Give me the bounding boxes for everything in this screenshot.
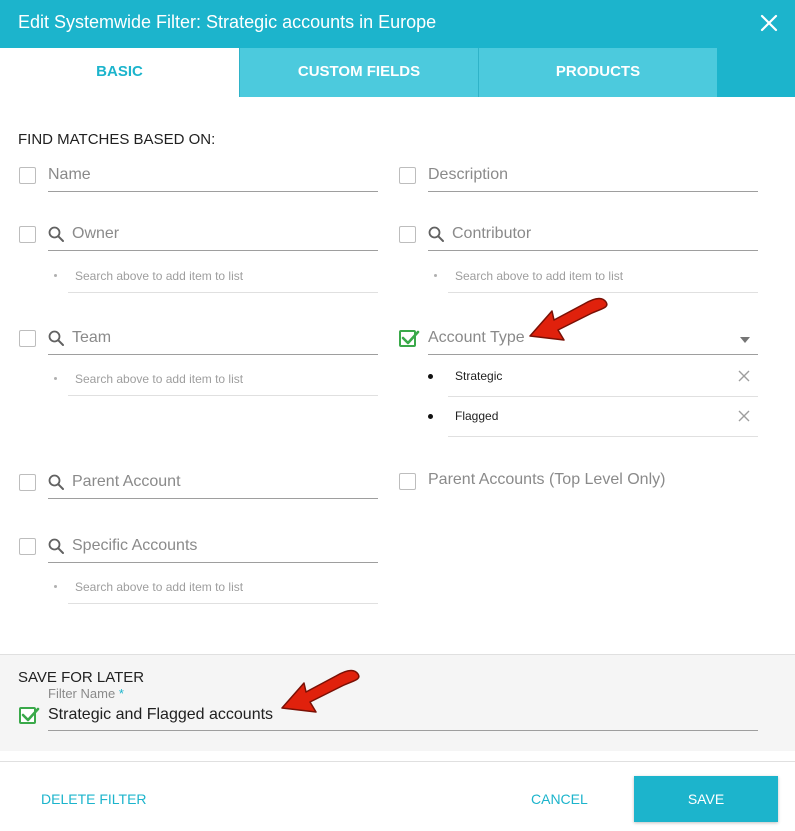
filter-name-label: Filter Name * [48, 686, 124, 701]
tab-bar: BASIC CUSTOM FIELDS PRODUCTS [0, 48, 795, 97]
delete-filter-button[interactable]: DELETE FILTER [41, 791, 147, 807]
name-field[interactable]: Name [48, 162, 378, 192]
annotation-arrow-icon [281, 669, 360, 713]
name-checkbox[interactable] [19, 167, 36, 184]
dialog-title: Edit Systemwide Filter: Strategic accoun… [18, 12, 437, 32]
filter-name-input[interactable]: Strategic and Flagged accounts [48, 703, 758, 731]
search-icon [48, 226, 64, 242]
owner-field-label: Owner [72, 225, 120, 242]
specific-accounts-checkbox[interactable] [19, 538, 36, 555]
cancel-button[interactable]: CANCEL [531, 791, 588, 807]
annotation-arrow-icon [529, 297, 608, 341]
remove-icon[interactable] [738, 370, 750, 382]
search-icon [48, 538, 64, 554]
account-type-checkbox[interactable] [399, 330, 420, 347]
team-search-input[interactable]: Team [48, 325, 378, 355]
team-field-label: Team [72, 329, 112, 346]
search-icon [428, 226, 444, 242]
name-field-label: Name [48, 166, 91, 183]
list-item: Flagged [428, 397, 758, 437]
owner-search-input[interactable]: Owner [48, 221, 378, 251]
contributor-hint: Search above to add item to list [434, 261, 758, 293]
find-matches-title: FIND MATCHES BASED ON: [18, 131, 216, 148]
parent-accounts-top-label: Parent Accounts (Top Level Only) [428, 471, 666, 488]
team-hint: Search above to add item to list [54, 364, 378, 396]
team-checkbox[interactable] [19, 330, 36, 347]
save-button[interactable]: SAVE [634, 776, 778, 822]
list-item: Strategic [428, 357, 758, 397]
search-icon [48, 330, 64, 346]
contributor-search-input[interactable]: Contributor [428, 221, 758, 251]
owner-hint: Search above to add item to list [54, 261, 378, 293]
tab-custom-fields[interactable]: CUSTOM FIELDS [239, 48, 478, 97]
parent-account-search-input[interactable]: Parent Account [48, 469, 378, 499]
tab-basic[interactable]: BASIC [0, 48, 239, 97]
parent-account-checkbox[interactable] [19, 474, 36, 491]
contributor-checkbox[interactable] [399, 226, 416, 243]
description-field-label: Description [428, 166, 509, 183]
description-field[interactable]: Description [428, 162, 758, 192]
save-filter-checkbox[interactable] [19, 707, 40, 724]
specific-accounts-label: Specific Accounts [72, 537, 198, 554]
checkmark-icon [401, 330, 420, 345]
search-icon [48, 474, 64, 490]
remove-icon[interactable] [738, 410, 750, 422]
specific-accounts-search-input[interactable]: Specific Accounts [48, 533, 378, 563]
tab-products[interactable]: PRODUCTS [478, 48, 717, 97]
parent-account-label: Parent Account [72, 473, 181, 490]
close-icon[interactable] [757, 11, 781, 35]
save-for-later-title: SAVE FOR LATER [18, 669, 145, 686]
checkmark-icon [21, 707, 40, 722]
parent-accounts-top-checkbox[interactable] [399, 473, 416, 490]
dialog-header: Edit Systemwide Filter: Strategic accoun… [0, 0, 795, 48]
account-type-label: Account Type [428, 329, 525, 346]
chevron-down-icon [740, 337, 750, 343]
owner-checkbox[interactable] [19, 226, 36, 243]
description-checkbox[interactable] [399, 167, 416, 184]
dialog-footer: DELETE FILTER CANCEL SAVE [0, 761, 795, 831]
contributor-field-label: Contributor [452, 225, 532, 242]
specific-accounts-hint: Search above to add item to list [54, 572, 378, 604]
save-for-later-section: SAVE FOR LATER Filter Name * Strategic a… [0, 654, 795, 751]
